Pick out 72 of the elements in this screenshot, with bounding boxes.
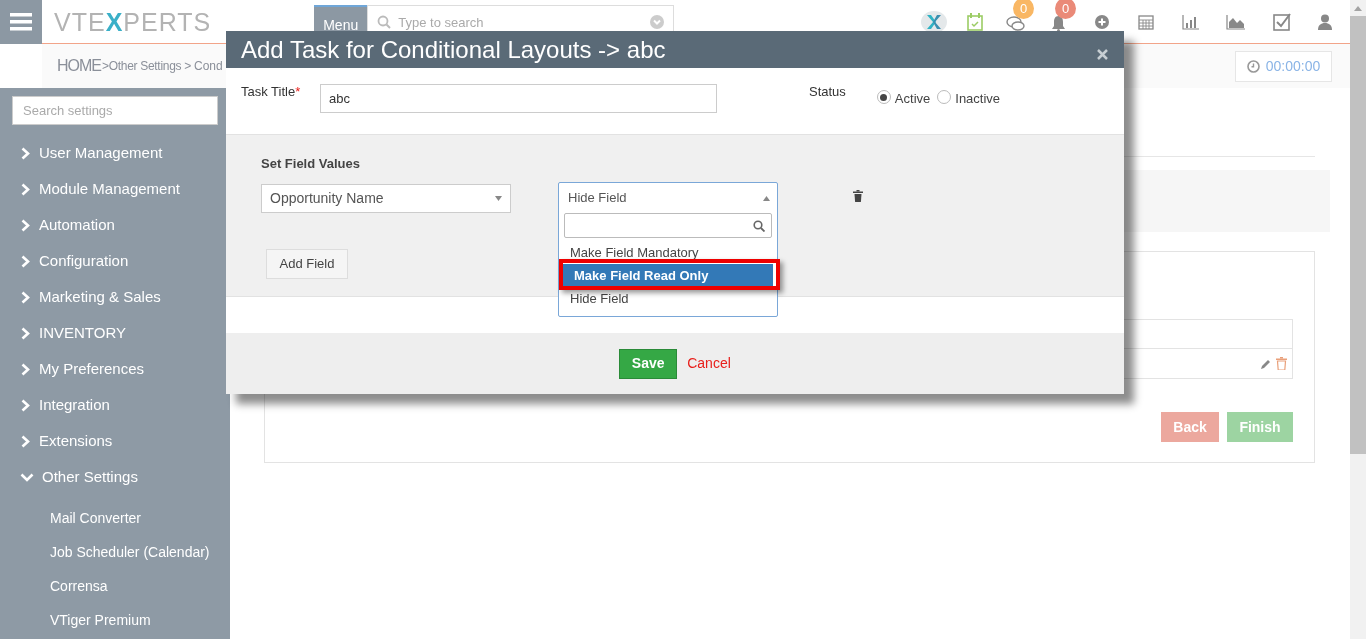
section-title: Set Field Values [261, 156, 361, 172]
close-icon[interactable] [1097, 49, 1108, 60]
scrollbar[interactable] [1350, 0, 1366, 639]
radio-button[interactable] [937, 90, 952, 105]
input-field[interactable]: abc [320, 84, 717, 113]
chevron-right-icon [21, 218, 30, 232]
chevron-right-icon [21, 326, 30, 340]
chevron-right-icon [21, 290, 30, 304]
notification-badge: 0 [1013, 0, 1035, 19]
breadcrumb-home[interactable]: HOME [57, 54, 101, 78]
back-button[interactable]: Back [1161, 412, 1219, 442]
chevron-right-icon [21, 254, 30, 268]
field-label: Task Title* [241, 84, 302, 100]
bar-chart-icon[interactable] [1182, 14, 1201, 30]
finish-button[interactable]: Finish [1227, 412, 1293, 442]
sidebar-item[interactable]: User Management [0, 135, 230, 171]
search-field[interactable]: Search settings [12, 96, 218, 125]
logo[interactable]: VTEXPERTS [54, 8, 212, 36]
sidebar-item[interactable]: My Preferences [0, 351, 230, 387]
select-field[interactable]: Hide Field Make Field Mandatory Make Field Read Only Hide Field [558, 182, 778, 317]
sidebar-item[interactable]: Other Settings [0, 459, 230, 495]
user-icon[interactable] [1318, 14, 1333, 30]
pencil-icon[interactable] [1260, 357, 1272, 370]
sidebar-item[interactable]: INVENTORY [0, 315, 230, 351]
sidebar-subitem[interactable]: Mail Converter [0, 501, 230, 535]
scroll-up-icon[interactable] [1354, 6, 1362, 11]
select-field[interactable]: Opportunity Name [261, 184, 511, 213]
caret-icon [763, 195, 770, 201]
sidebar-item[interactable]: Automation [0, 207, 230, 243]
search-icon [753, 219, 765, 232]
checkbox-icon[interactable] [1273, 13, 1292, 31]
sidebar-item[interactable]: Integration [0, 387, 230, 423]
sidebar-subitem[interactable]: Corrensa [0, 569, 230, 603]
calendar-check-icon[interactable] [967, 13, 984, 31]
field-label: Status [809, 84, 846, 100]
breadcrumb-item[interactable]: Cond [193, 57, 223, 75]
search-field[interactable] [564, 213, 772, 238]
chevron-right-icon [21, 182, 30, 196]
chevron-right-icon [21, 398, 30, 412]
menu-icon[interactable] [0, 0, 42, 44]
sidebar-item[interactable]: Module Management [0, 171, 230, 207]
calendar-icon[interactable] [1138, 14, 1155, 30]
dropdown-option[interactable]: Hide Field [559, 291, 777, 306]
area-chart-icon[interactable] [1226, 14, 1247, 30]
chevron-right-icon [21, 362, 30, 376]
search-icon [377, 15, 392, 29]
radio-label[interactable]: Active [894, 89, 931, 109]
sidebar-item[interactable]: Extensions [0, 423, 230, 459]
add-icon[interactable] [1095, 15, 1110, 29]
bell-icon[interactable] [1051, 15, 1067, 32]
cancel-link[interactable]: Cancel [687, 353, 731, 374]
radio-label[interactable]: Inactive [955, 89, 1001, 109]
chat-icon[interactable] [1006, 16, 1027, 32]
save-button[interactable]: Save [619, 348, 678, 379]
timer-button[interactable]: 00:00:00 [1235, 50, 1332, 82]
scrollbar-thumb[interactable] [1350, 16, 1366, 454]
caret-icon [495, 196, 502, 201]
sidebar-subitem[interactable]: VTiger Premium [0, 603, 230, 637]
sidebar-item[interactable]: Marketing & Sales [0, 279, 230, 315]
chevron-down-icon [20, 472, 34, 482]
sidebar-subitem[interactable]: Job Scheduler (Calendar) [0, 535, 230, 569]
chevron-right-icon [21, 146, 30, 160]
radio-button[interactable] [876, 90, 891, 105]
add-field-button[interactable]: Add Field [266, 249, 348, 279]
notification-badge: 0 [1055, 0, 1077, 19]
trash-icon[interactable] [853, 190, 863, 202]
chevron-right-icon [21, 434, 30, 448]
dropdown-option[interactable]: Make Field Read Only [563, 264, 773, 287]
breadcrumb-item[interactable]: >Other Settings > [102, 57, 191, 75]
dropdown-option[interactable]: Make Field Mandatory [559, 245, 777, 260]
sidebar-item[interactable]: Configuration [0, 243, 230, 279]
clock-icon [1246, 59, 1260, 73]
